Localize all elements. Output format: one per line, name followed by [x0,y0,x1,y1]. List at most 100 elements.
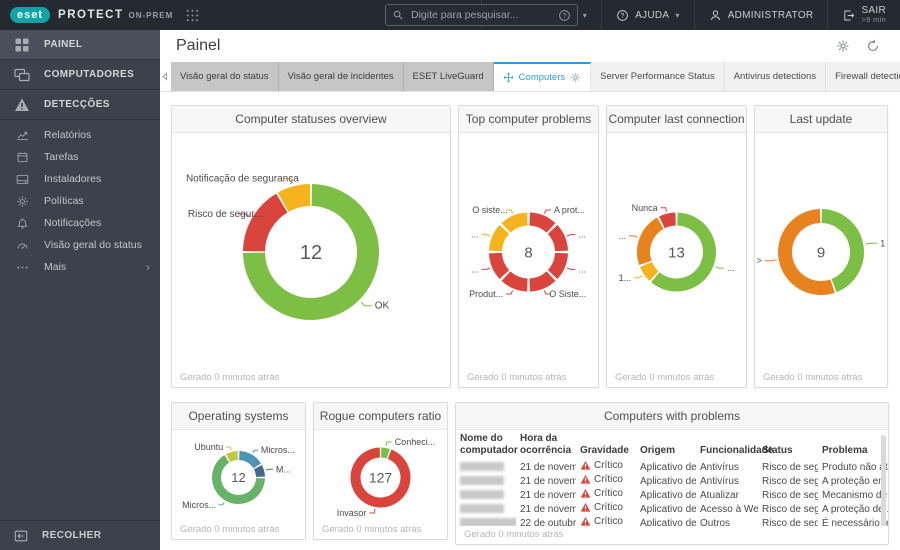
computer-last-connection-segment-label[interactable]: Nunca [632,203,658,213]
top-computer-problems-segment-2[interactable] [547,252,568,279]
sidebar-collapse-button[interactable]: RECOLHER [0,520,160,550]
computer-last-connection-segment-3[interactable] [659,212,677,229]
computer-last-connection-segment-label[interactable]: 1... [619,273,632,283]
sidebar-item-dashboard[interactable]: PAINEL [0,30,160,60]
card-title[interactable]: Operating systems [172,403,305,430]
sidebar-item-installers[interactable]: Instaladores [0,168,160,190]
computer-last-connection-segment-label[interactable]: ... [618,231,626,241]
top-computer-problems-segment-label[interactable]: ... [579,230,587,240]
move-tab-icon[interactable] [503,72,514,83]
card-title[interactable]: Computer last connection [607,106,746,133]
card-title[interactable]: Last update [755,106,887,133]
table-scrollbar[interactable] [881,435,886,527]
rogue-computers-ratio-segment-0[interactable] [380,447,390,459]
operating-systems-chart: Micros... M... Micros... Ubuntu 12 [172,430,305,525]
sidebar-item-tasks[interactable]: Tarefas [0,146,160,168]
sidebar-item-computers[interactable]: COMPUTADORES [0,60,160,90]
top-computer-problems-segment-label[interactable]: O siste... [472,205,508,215]
tab-eset-liveguard[interactable]: ESET LiveGuard [403,62,494,91]
tab-antivirus-detections[interactable]: Antivirus detections [724,62,827,91]
table-row[interactable]: 21 de novembr... Crítico Aplicativo de s..… [456,488,888,502]
topbar-item-user[interactable]: ADMINISTRATOR [693,0,828,30]
sidebar-item-notifications[interactable]: Notificações [0,212,160,234]
topbar-item-logout[interactable]: SAIR >9 min [827,0,900,30]
operating-systems-segment-label[interactable]: Ubuntu [194,442,223,452]
top-computer-problems-segment-label[interactable]: O Siste... [549,289,586,299]
operating-systems-segment-label[interactable]: M... [276,464,291,474]
computer-statuses-overview-segment-label[interactable]: Risco de segur... [188,209,262,220]
card-title[interactable]: Rogue computers ratio [314,403,447,430]
tab-vis-o-geral-do-status[interactable]: Visão geral do status [171,62,279,91]
apps-grid-icon[interactable] [185,8,200,23]
top-computer-problems-segment-label[interactable]: A prot... [554,205,585,215]
search-input[interactable] [409,8,558,22]
operating-systems-segment-1[interactable] [253,465,265,478]
refresh-icon[interactable] [866,39,880,53]
computer-last-connection-segment-1[interactable] [639,261,659,281]
column-header[interactable]: Status [758,430,818,460]
operating-systems-segment-label[interactable]: Micros... [261,445,295,455]
card-generated-label: Gerado 0 minutos atrás [172,521,305,539]
top-computer-problems-segment-5[interactable] [489,252,510,279]
tab-firewall-detections[interactable]: Firewall detections [826,62,900,91]
dashboard-card-rogue-computers-ratio: Rogue computers ratio Conheci... Invasor 12… [313,402,448,540]
top-computer-problems-segment-label[interactable]: Produt... [469,289,503,299]
card-title[interactable]: Top computer problems [459,106,598,133]
tab-vis-o-geral-de-incidentes[interactable]: Visão geral de incidentes [278,62,404,91]
top-computer-problems-segment-1[interactable] [547,225,568,252]
rogue-computers-ratio-segment-label[interactable]: Invasor [337,508,367,518]
top-computer-problems-segment-label[interactable]: ... [471,264,479,274]
operating-systems-segment-label[interactable]: Micros... [182,500,216,510]
top-computer-problems-segment-4[interactable] [501,271,529,292]
tab-settings-icon[interactable] [570,72,581,83]
search-help-icon[interactable]: ? [558,9,571,22]
top-computer-problems-segment-6[interactable] [489,225,510,252]
settings-icon[interactable] [836,39,850,53]
computer-statuses-overview-segment-2[interactable] [277,184,311,213]
tab-computers[interactable]: Computers [493,62,592,91]
tab-scroll-left[interactable] [160,62,171,91]
top-computer-problems-segment-label[interactable]: ... [579,264,587,274]
topbar-item-help[interactable]: ? AJUDA ▾ [601,0,694,30]
column-header[interactable]: Hora da ocorrência [516,430,576,460]
dashboard-card-last-update: Last update 1 >9 Gerado 0 minutos atrás [754,105,888,388]
operating-systems-segment-3[interactable] [226,451,239,463]
cell-feature: Atualizar [700,489,739,501]
computer-statuses-overview-segment-label[interactable]: Notificação de segurança [186,174,299,185]
column-header[interactable]: Gravidade [576,430,636,460]
label-leader-line [369,508,376,514]
column-header[interactable]: Problema [818,430,888,460]
computer-last-connection-segment-2[interactable] [637,217,664,266]
sidebar-item-reports[interactable]: Relatórios [0,124,160,146]
sidebar-item-more[interactable]: Mais › [0,256,160,278]
search-box[interactable]: ? [385,4,578,26]
last-update-segment-0[interactable] [821,209,864,293]
last-update-segment-1[interactable] [778,209,835,295]
operating-systems-segment-0[interactable] [238,451,261,469]
top-computer-problems-segment-3[interactable] [528,271,556,292]
last-update-segment-label[interactable]: 1 [880,238,885,248]
rogue-computers-ratio-segment-label[interactable]: Conheci... [395,437,436,447]
computer-statuses-overview-segment-label[interactable]: OK [375,301,390,312]
column-header[interactable]: Funcionalidade [696,430,773,460]
tab-label: Firewall detections [835,71,900,82]
top-computer-problems-segment-0[interactable] [528,212,556,233]
table-row[interactable]: 21 de novembr... Crítico Aplicativo de s..… [456,502,888,516]
brand: eset PROTECT ON-PREM [0,0,200,30]
severity-label: Crítico [594,460,623,471]
tab-server-performance-status[interactable]: Server Performance Status [591,62,725,91]
sidebar-item-status-overview[interactable]: Visão geral do status [0,234,160,256]
label-leader-line [865,242,878,245]
column-header[interactable]: Nome do computador [456,430,518,460]
card-title[interactable]: Computers with problems [456,403,888,430]
table-row[interactable]: 21 de novembr... Crítico Aplicativo de s..… [456,460,888,474]
sidebar-item-detections[interactable]: DETECÇÕES [0,90,160,120]
last-update-segment-label[interactable]: > [757,256,762,266]
top-computer-problems-segment-7[interactable] [501,212,529,233]
column-header[interactable]: Origem [636,430,696,460]
top-computer-problems-segment-label[interactable]: ... [471,230,479,240]
computer-last-connection-segment-label[interactable]: ... [727,263,735,273]
card-title[interactable]: Computer statuses overview [172,106,450,133]
sidebar-item-policies[interactable]: Políticas [0,190,160,212]
table-row[interactable]: 21 de novembr... Crítico Aplicativo de s..… [456,474,888,488]
